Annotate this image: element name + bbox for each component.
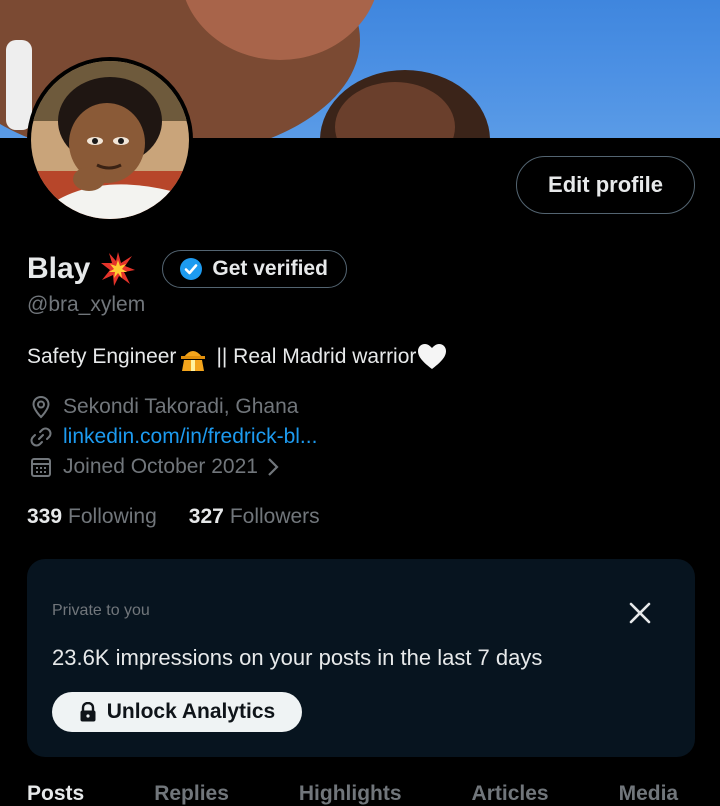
location-pin-icon [32,395,50,419]
followers-label: Followers [229,505,320,528]
user-handle: @bra_xylem [27,293,146,316]
avatar[interactable] [27,57,193,223]
tab-articles[interactable]: Articles [472,782,549,806]
unlock-analytics-button[interactable]: Unlock Analytics [52,692,302,732]
tab-replies[interactable]: Replies [154,782,229,806]
calendar-icon [31,458,51,477]
website-link[interactable]: linkedin.com/in/fredrick-bl... [63,425,317,449]
white-heart-emoji [418,344,447,369]
get-verified-button[interactable]: Get verified [162,250,347,288]
bio-text-2: || Real Madrid warrior [216,345,417,368]
location-text: Sekondi Takoradi, Ghana [63,395,299,418]
website-row[interactable]: linkedin.com/in/fredrick-bl... [29,425,317,449]
following-label: Following [68,505,157,528]
private-label: Private to you [52,602,150,619]
banner-cloth-shape [6,40,32,130]
get-verified-label: Get verified [212,257,328,280]
unlock-analytics-label: Unlock Analytics [106,700,276,723]
tab-media[interactable]: Media [619,782,679,806]
verified-badge-icon [180,258,203,280]
bio: Safety Engineer || Real Madrid warrior [27,343,447,371]
following-link[interactable]: 339 Following [27,505,157,529]
bio-text-1: Safety Engineer [27,345,177,368]
profile-tabs: Posts Replies Highlights Articles Media [27,782,720,806]
chevron-right-icon [268,458,279,476]
close-icon[interactable] [625,598,655,628]
edit-profile-button[interactable]: Edit profile [516,156,695,214]
impressions-text: 23.6K impressions on your posts in the l… [52,645,543,670]
followers-link[interactable]: 327 Followers [189,505,320,529]
collision-emoji [101,252,136,286]
display-name: Blay [27,252,91,285]
location-row: Sekondi Takoradi, Ghana [29,395,298,419]
followers-count: 327 [188,505,224,528]
tab-posts[interactable]: Posts [27,782,84,806]
follow-stats: 339 Following 327 Followers [27,505,320,529]
following-count: 339 [27,505,63,528]
lock-icon [80,702,96,722]
analytics-card: Private to you 23.6K impressions on your… [27,559,695,757]
joined-row[interactable]: Joined October 2021 [29,455,280,479]
avatar-image [31,61,189,219]
link-icon [30,427,52,447]
construction-worker-emoji [181,351,206,371]
joined-text: Joined October 2021 [63,455,258,478]
tab-highlights[interactable]: Highlights [299,782,402,806]
name-row: Blay Get verified [27,249,347,289]
